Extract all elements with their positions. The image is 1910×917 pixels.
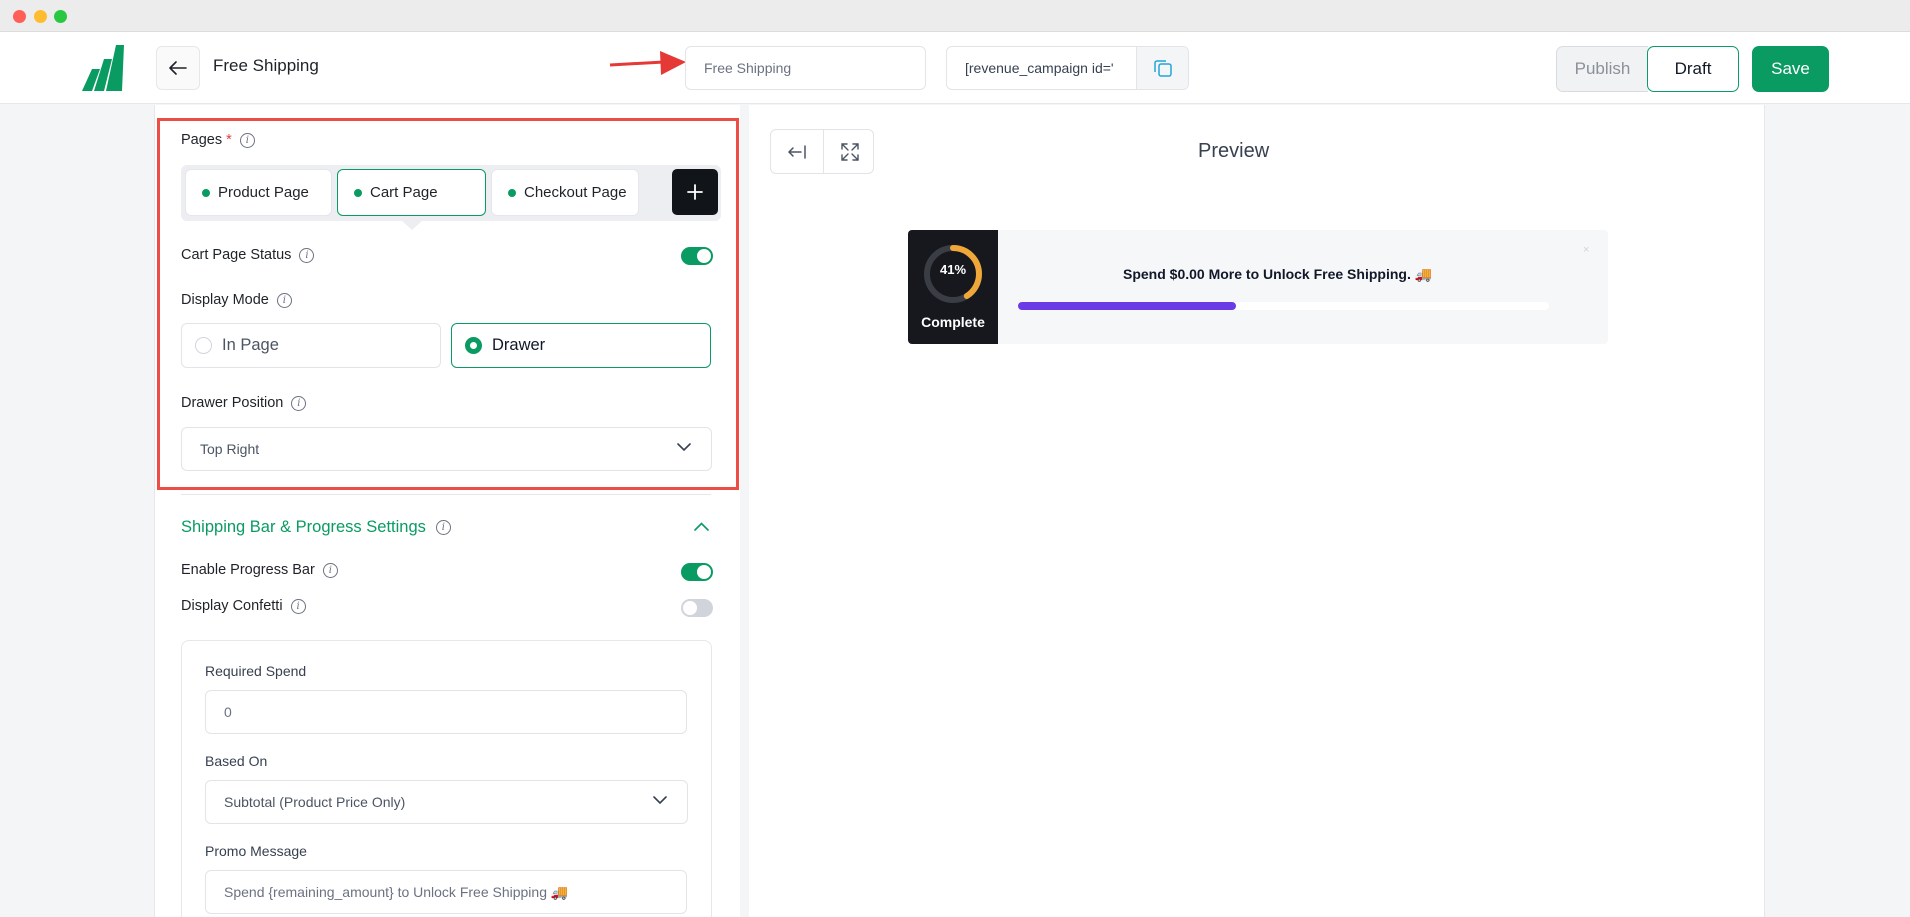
preview-panel — [749, 105, 1764, 917]
top-header: Free Shipping [revenue_campaign id=' Pub… — [0, 32, 1910, 104]
info-icon[interactable]: i — [290, 598, 306, 614]
shortcode-text: [revenue_campaign id=' — [965, 60, 1114, 76]
shipping-section-title[interactable]: Shipping Bar & Progress Settings i — [181, 518, 451, 537]
annotation-arrow-icon — [609, 51, 686, 75]
page-title: Free Shipping — [213, 56, 319, 75]
back-button[interactable] — [156, 46, 200, 90]
info-icon[interactable]: i — [322, 562, 338, 578]
chevron-down-icon — [653, 796, 667, 805]
arrow-left-icon — [169, 61, 187, 75]
campaign-name-input[interactable] — [685, 46, 926, 90]
section-divider — [181, 494, 711, 495]
copy-icon — [1153, 60, 1172, 77]
publish-button[interactable]: Publish — [1556, 46, 1648, 92]
enable-progress-bar-label: Enable Progress Bar i — [181, 562, 338, 578]
based-on-select[interactable]: Subtotal (Product Price Only) — [205, 780, 688, 824]
shipping-bar-preview: 41% Complete Spend $0.00 More to Unlock … — [908, 230, 1608, 344]
complete-label: Complete — [921, 314, 985, 330]
close-window-button[interactable] — [13, 10, 26, 23]
display-confetti-label: Display Confetti i — [181, 598, 306, 614]
arrow-left-bar-icon — [787, 144, 806, 159]
draft-button[interactable]: Draft — [1647, 46, 1739, 92]
enable-progress-bar-toggle[interactable] — [681, 563, 713, 581]
copy-shortcode-button[interactable] — [1136, 47, 1188, 89]
expand-icon — [840, 142, 859, 161]
shortcode-field[interactable]: [revenue_campaign id=' — [946, 46, 1189, 90]
required-spend-input[interactable] — [205, 690, 687, 734]
panel-divider — [740, 105, 749, 917]
progress-track — [1018, 302, 1549, 310]
progress-badge: 41% Complete — [908, 230, 998, 344]
fullscreen-button[interactable] — [823, 130, 875, 173]
save-button[interactable]: Save — [1752, 46, 1829, 92]
left-gutter — [0, 105, 155, 917]
info-icon[interactable]: i — [435, 520, 451, 535]
progress-fill — [1018, 302, 1236, 310]
collapse-panel-button[interactable] — [771, 130, 823, 173]
chevron-up-icon[interactable] — [694, 522, 709, 531]
promo-message-input[interactable] — [205, 870, 687, 914]
progress-percent: 41% — [939, 262, 967, 277]
preview-title: Preview — [1198, 140, 1270, 162]
close-icon[interactable]: × — [1583, 244, 1589, 256]
based-on-label: Based On — [205, 753, 268, 769]
app-logo-icon — [82, 45, 124, 91]
display-confetti-toggle[interactable] — [681, 599, 713, 617]
promo-message-label: Promo Message — [205, 843, 307, 859]
right-gutter — [1764, 105, 1910, 917]
required-spend-label: Required Spend — [205, 663, 307, 679]
preview-toolbar — [770, 129, 874, 174]
window-titlebar — [0, 0, 1910, 32]
promo-message-preview: Spend $0.00 More to Unlock Free Shipping… — [1123, 266, 1433, 282]
zoom-window-button[interactable] — [54, 10, 67, 23]
annotation-highlight-box — [157, 118, 739, 490]
minimize-window-button[interactable] — [34, 10, 47, 23]
